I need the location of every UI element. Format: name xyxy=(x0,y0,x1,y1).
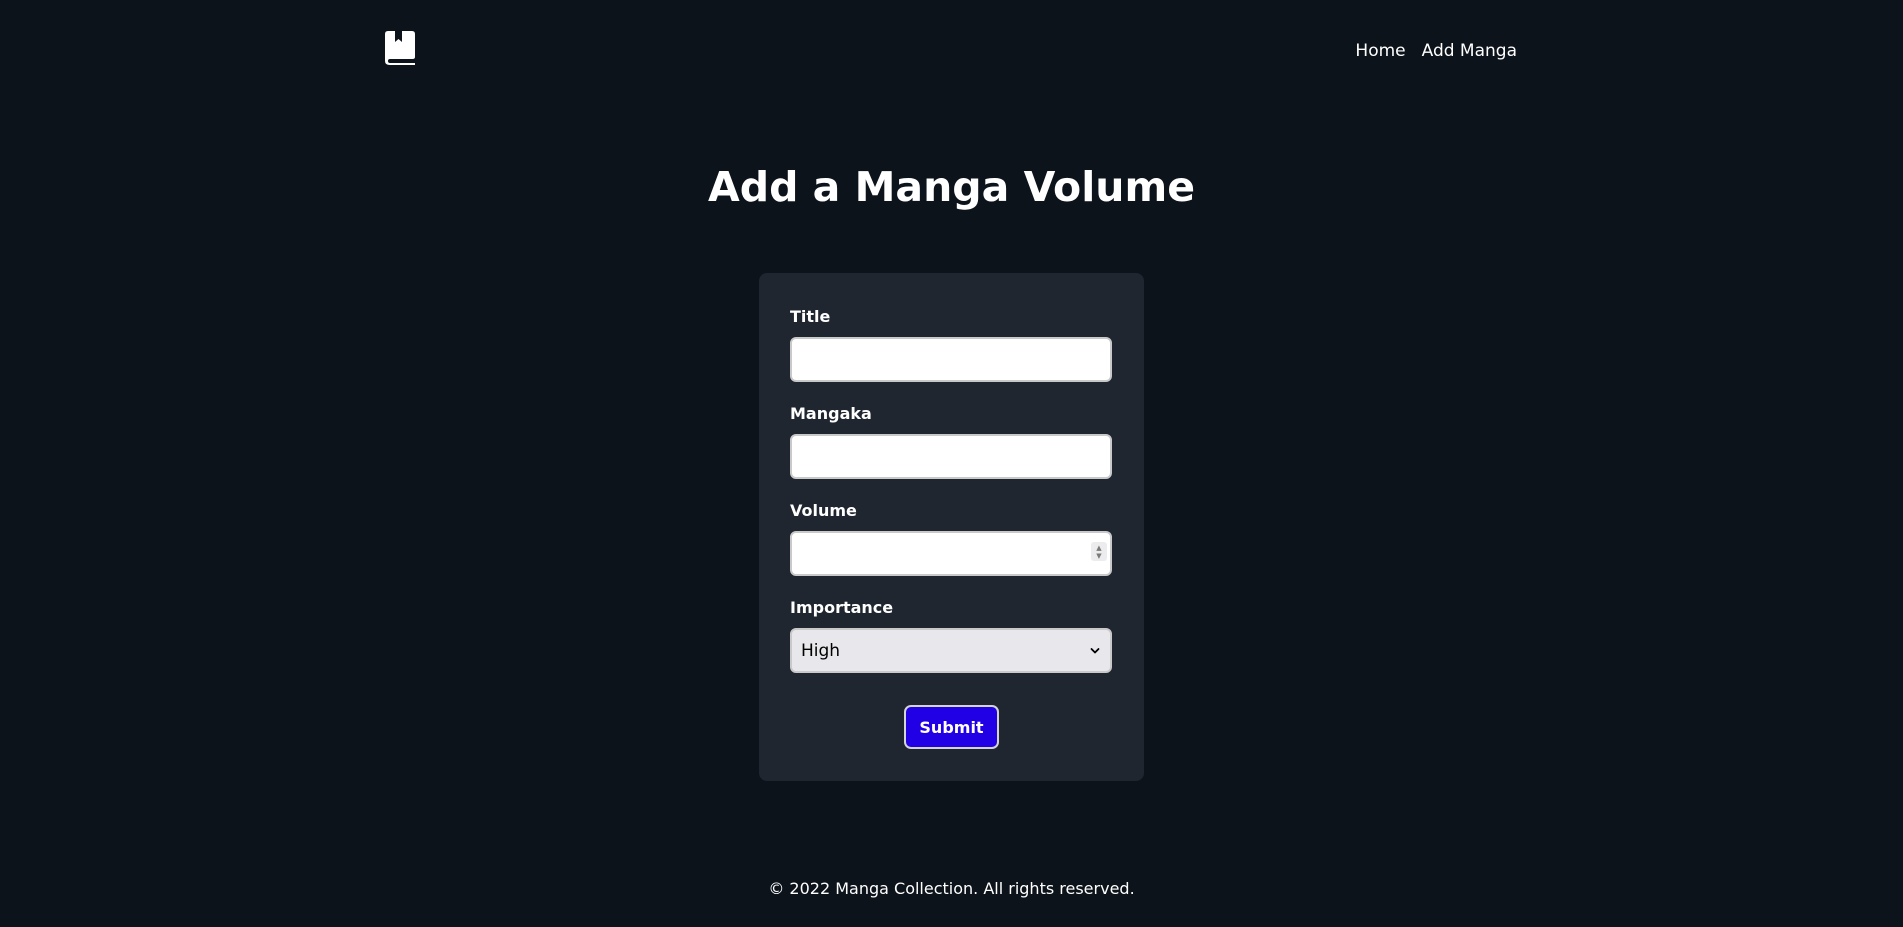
title-label: Title xyxy=(790,307,831,326)
mangaka-label: Mangaka xyxy=(790,404,872,423)
add-manga-form: Title Mangaka Volume ▲ ▼ Importance High… xyxy=(759,273,1144,781)
nav-home-link[interactable]: Home xyxy=(1355,41,1405,61)
main-nav: Home Add Manga xyxy=(1355,41,1517,61)
chevron-down-icon xyxy=(1090,647,1100,653)
book-bookmark-icon[interactable] xyxy=(385,31,415,65)
nav-add-manga-link[interactable]: Add Manga xyxy=(1422,41,1517,61)
footer-copyright: © 2022 Manga Collection. All rights rese… xyxy=(768,879,1135,898)
importance-label: Importance xyxy=(790,598,894,617)
volume-field: ▲ ▼ xyxy=(790,531,1112,576)
site-header: Home Add Manga xyxy=(385,30,1517,70)
volume-stepper[interactable]: ▲ ▼ xyxy=(1091,542,1107,561)
title-input[interactable] xyxy=(790,337,1112,382)
stepper-up-icon[interactable]: ▲ xyxy=(1096,544,1101,552)
importance-selected-value: High xyxy=(801,640,841,661)
submit-button[interactable]: Submit xyxy=(904,705,999,749)
mangaka-input[interactable] xyxy=(790,434,1112,479)
importance-select[interactable]: High xyxy=(790,628,1112,673)
page: Home Add Manga Add a Manga Volume Title … xyxy=(0,0,1903,927)
stepper-down-icon[interactable]: ▼ xyxy=(1096,552,1101,560)
page-title: Add a Manga Volume xyxy=(707,163,1195,211)
volume-input[interactable] xyxy=(790,531,1112,576)
volume-label: Volume xyxy=(790,501,857,520)
